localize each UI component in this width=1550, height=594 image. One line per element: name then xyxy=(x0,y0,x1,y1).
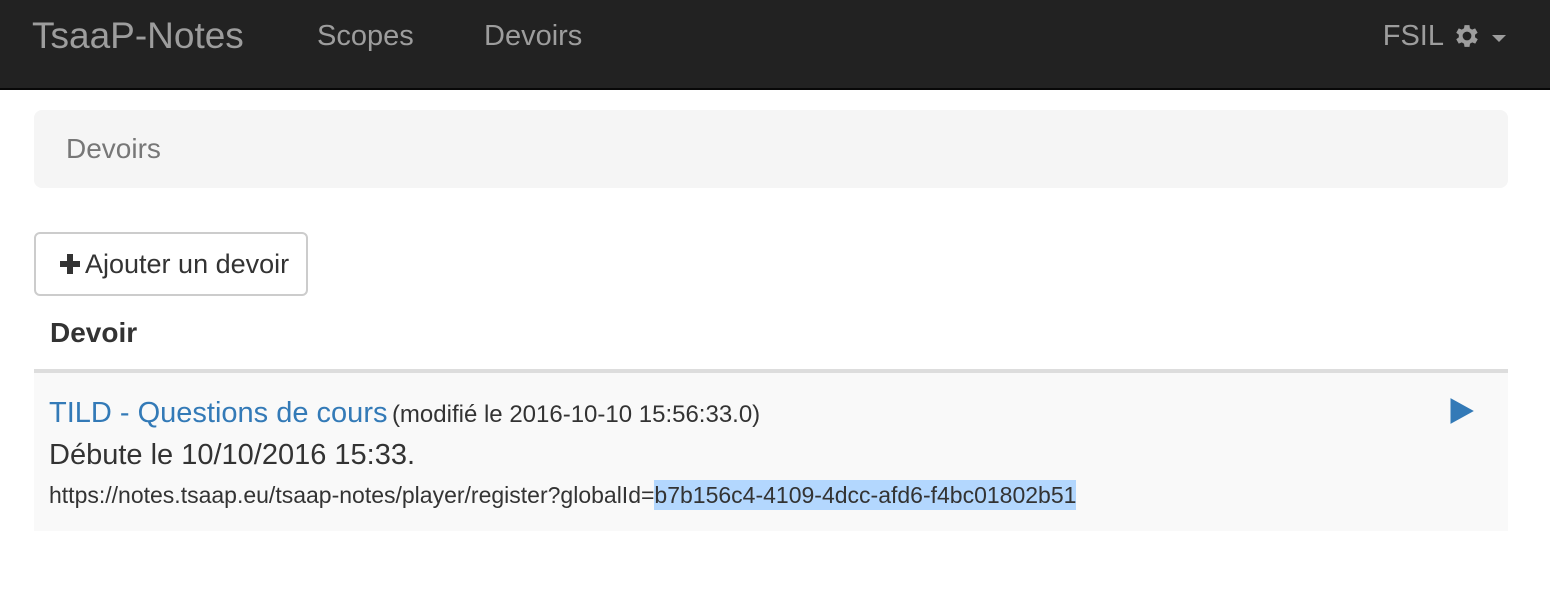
play-icon[interactable] xyxy=(1447,397,1475,425)
user-name: FSIL xyxy=(1382,20,1444,52)
nav-link-devoirs[interactable]: Devoirs xyxy=(484,18,582,54)
plus-icon xyxy=(60,254,80,274)
caret-down-icon xyxy=(1492,34,1506,42)
breadcrumb: Devoirs xyxy=(34,110,1508,188)
gear-icon xyxy=(1456,25,1478,47)
user-menu-toggle[interactable]: FSIL xyxy=(1383,16,1506,56)
devoir-start-date: Débute le 10/10/2016 15:33. xyxy=(49,439,416,471)
url-global-id-selected: b7b156c4-4109-4dcc-afd6-f4bc01802b51 xyxy=(654,480,1077,510)
devoir-register-url[interactable]: https://notes.tsaap.eu/tsaap-notes/playe… xyxy=(49,480,1077,510)
row-title-line: TILD - Questions de cours (modifié le 20… xyxy=(49,395,760,436)
table-header-devoir: Devoir xyxy=(50,317,138,348)
devoir-title-link[interactable]: TILD - Questions de cours xyxy=(49,397,387,429)
table-row: TILD - Questions de cours (modifié le 20… xyxy=(34,373,1508,531)
nav-link-scopes[interactable]: Scopes xyxy=(317,18,414,54)
navbar: TsaaP-Notes Scopes Devoirs FSIL xyxy=(0,0,1550,90)
breadcrumb-current: Devoirs xyxy=(66,133,161,164)
add-devoir-button[interactable]: Ajouter un devoir xyxy=(34,232,308,296)
devoir-modified-date: (modifié le 2016-10-10 15:56:33.0) xyxy=(391,401,761,428)
add-devoir-label: Ajouter un devoir xyxy=(85,248,290,279)
url-prefix: https://notes.tsaap.eu/tsaap-notes/playe… xyxy=(49,482,655,508)
brand-link[interactable]: TsaaP-Notes xyxy=(32,14,244,58)
